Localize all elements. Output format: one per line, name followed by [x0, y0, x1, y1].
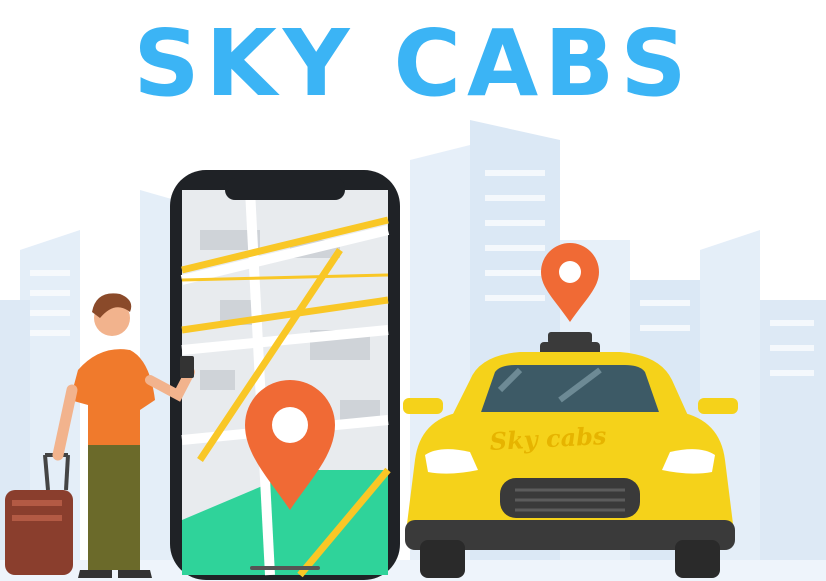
smartphone-icon: [170, 170, 400, 580]
page-title: SKY CABS: [133, 10, 693, 117]
